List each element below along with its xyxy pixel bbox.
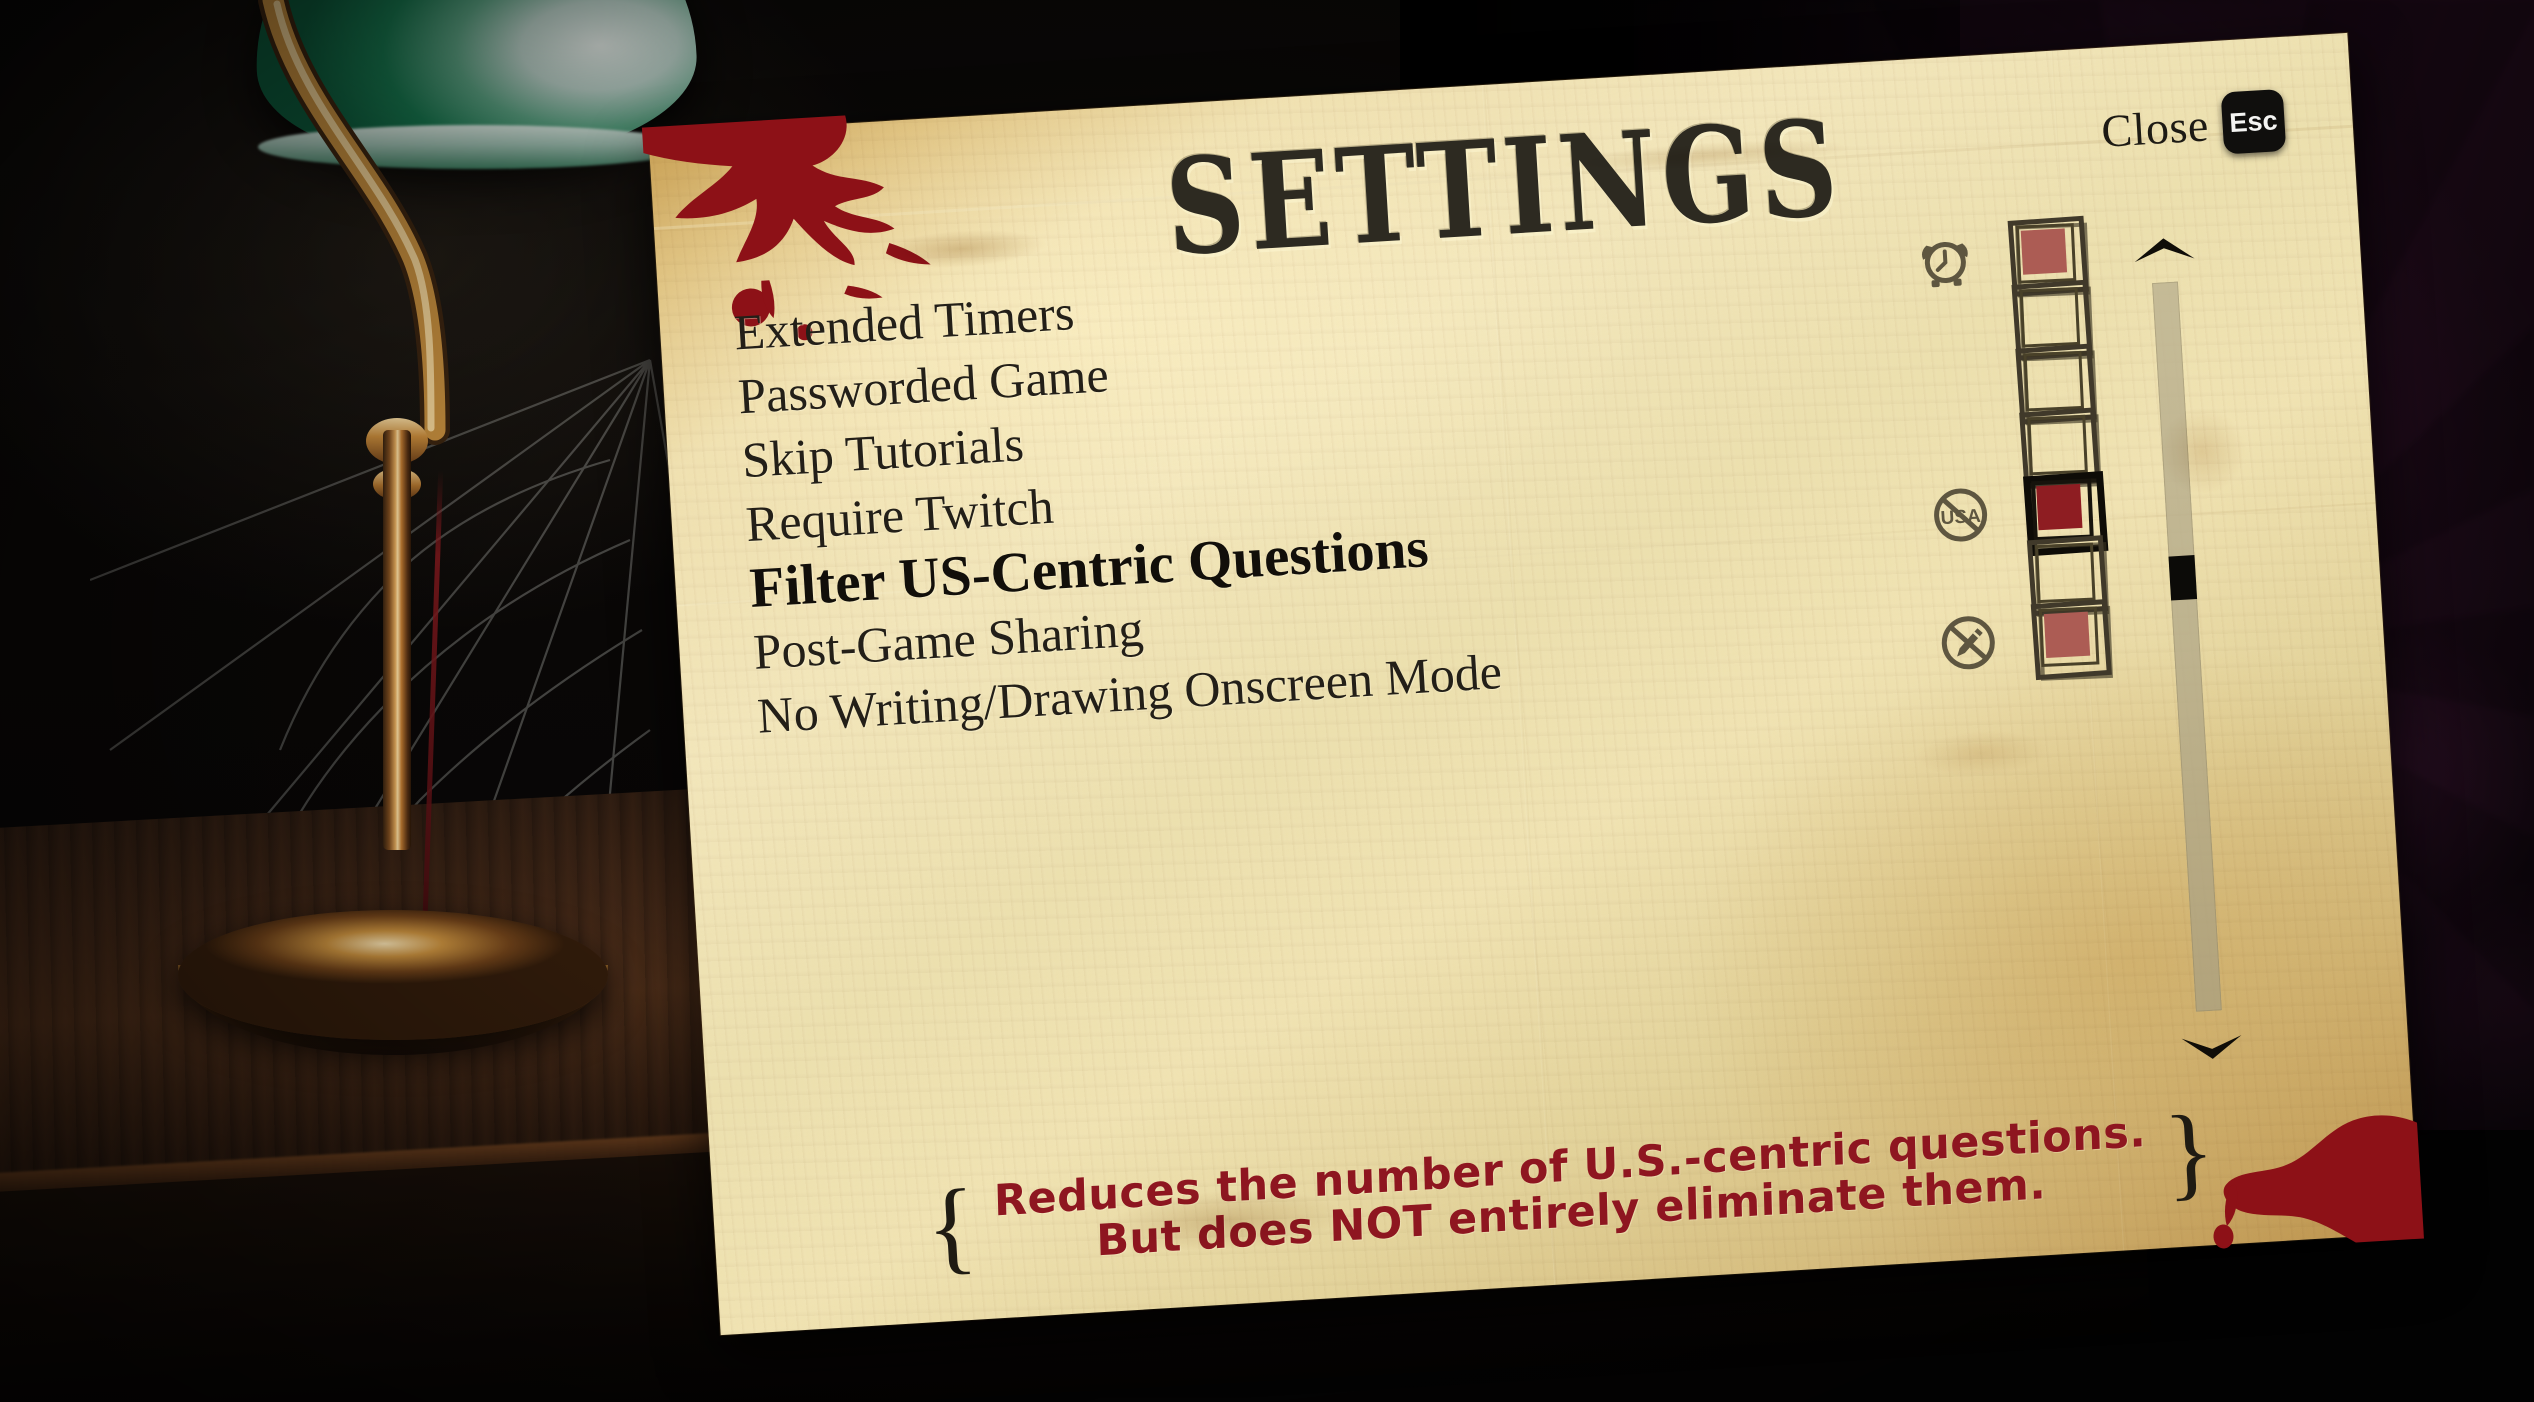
settings-checkbox[interactable] bbox=[2022, 470, 2109, 557]
esc-key-badge[interactable]: Esc bbox=[2220, 88, 2287, 155]
settings-checkbox[interactable] bbox=[2015, 343, 2098, 426]
checkbox-inner-border bbox=[2019, 286, 2081, 348]
checkbox-inner-border bbox=[2023, 350, 2085, 412]
parchment-sheet: SETTINGS Close Esc Extended Timers Passw… bbox=[641, 32, 2424, 1336]
close-button[interactable]: Close Esc bbox=[2099, 88, 2287, 162]
settings-checkbox[interactable] bbox=[2007, 215, 2090, 298]
chevron-up-icon[interactable] bbox=[2129, 232, 2199, 266]
lamp-stem bbox=[383, 430, 411, 850]
checkbox-checked-fill bbox=[2036, 483, 2083, 531]
settings-checkbox[interactable] bbox=[2030, 598, 2113, 681]
settings-panel: SETTINGS Close Esc Extended Timers Passw… bbox=[641, 32, 2424, 1336]
checkbox-checked-fill bbox=[2020, 228, 2068, 275]
settings-checkbox[interactable] bbox=[2011, 279, 2094, 362]
settings-checkbox[interactable] bbox=[2026, 535, 2110, 617]
tooltip-open-brace: { bbox=[923, 1167, 980, 1286]
lamp-base bbox=[178, 910, 608, 1040]
settings-row-icon: USA bbox=[1927, 481, 1995, 549]
lamp-neck bbox=[258, 0, 450, 445]
no-pencil-icon bbox=[1941, 616, 1995, 670]
tooltip-text: Reduces the number of U.S.-centric quest… bbox=[993, 1107, 2147, 1271]
no-usa-icon: USA bbox=[1934, 488, 1988, 542]
scrollbar-thumb[interactable] bbox=[2168, 555, 2198, 601]
settings-row-icon bbox=[1934, 609, 2002, 677]
checkbox-inner-border bbox=[2034, 542, 2096, 604]
svg-text:USA: USA bbox=[1940, 506, 1982, 529]
settings-row-icon bbox=[1911, 226, 1979, 294]
tooltip-close-brace: } bbox=[2161, 1093, 2218, 1212]
chevron-down-icon[interactable] bbox=[2177, 1031, 2247, 1065]
checkbox-checked-fill bbox=[2043, 611, 2091, 659]
alarm-clock-icon bbox=[1921, 241, 1968, 288]
settings-checkbox[interactable] bbox=[2019, 407, 2102, 490]
checkbox-inner-border bbox=[2027, 414, 2088, 476]
close-button-label: Close bbox=[2099, 98, 2211, 157]
